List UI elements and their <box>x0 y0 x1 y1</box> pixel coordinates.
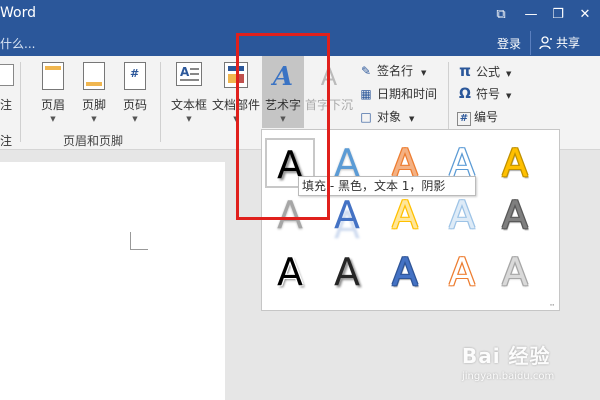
close-button[interactable]: ✕ <box>570 0 600 30</box>
object-icon: □ <box>360 110 372 124</box>
minimize-button[interactable]: — <box>516 0 546 30</box>
text-box-label: 文本框 <box>170 98 207 112</box>
comment-icon[interactable] <box>0 64 14 86</box>
number-icon: # <box>457 112 471 126</box>
ribbon-display-options-button[interactable]: ⧉ <box>486 0 516 30</box>
partial-group-label: 注 <box>0 134 13 148</box>
header-footer-group-label: 页眉和页脚 <box>63 134 124 148</box>
page-number-button[interactable]: # 页码 ▼ <box>115 62 155 136</box>
header-button[interactable]: 页眉 ▼ <box>33 62 73 136</box>
partial-label-top: 注 <box>0 98 13 112</box>
share-label: 共享 <box>556 36 581 50</box>
symbol-label: 符号 <box>476 87 501 101</box>
chevron-down-icon: ▼ <box>186 115 192 123</box>
numbering-label: 编号 <box>474 110 499 124</box>
user-icon <box>539 36 552 50</box>
wordart-style-option[interactable]: A <box>490 247 540 297</box>
header-label: 页眉 <box>40 98 65 112</box>
chevron-down-icon: ▼ <box>506 70 512 78</box>
signature-line-label: 签名行 <box>377 64 414 78</box>
title-bar: Word ⧉ — ❐ ✕ <box>0 0 600 30</box>
group-divider <box>160 62 161 142</box>
equation-label: 公式 <box>476 65 501 79</box>
page-number-icon: # <box>124 62 146 90</box>
chevron-down-icon: ▼ <box>132 115 138 123</box>
chevron-down-icon: ▼ <box>91 115 97 123</box>
calendar-icon: ▦ <box>360 87 372 101</box>
date-time-button[interactable]: ▦ 日期和时间 <box>358 85 437 103</box>
resize-grip-icon[interactable]: ⠤ <box>549 299 555 308</box>
baidu-watermark: Bai 经验 jingyan.baidu.com <box>462 340 600 400</box>
footer-icon <box>83 62 105 90</box>
watermark-sub-text: jingyan.baidu.com <box>462 371 555 382</box>
watermark-main-text: Bai 经验 <box>462 344 551 368</box>
text-box-icon: A <box>176 62 202 86</box>
wordart-style-option[interactable]: A <box>380 247 430 297</box>
window-title: Word <box>0 5 36 21</box>
text-box-button[interactable]: A 文本框 ▼ <box>167 62 211 136</box>
document-page[interactable] <box>0 162 225 400</box>
equation-button[interactable]: π 公式 ▼ <box>457 62 511 80</box>
numbering-button[interactable]: # 编号 <box>457 108 498 126</box>
date-time-label: 日期和时间 <box>377 87 438 101</box>
tell-me-input[interactable]: 什么... <box>0 35 35 52</box>
annotation-highlight-box <box>236 33 330 220</box>
chevron-down-icon: ▼ <box>421 69 427 77</box>
maximize-button[interactable]: ❐ <box>543 0 573 30</box>
margin-corner-mark <box>130 232 148 250</box>
wordart-style-option[interactable]: A <box>265 247 315 297</box>
wordart-style-option[interactable]: A <box>490 138 540 188</box>
object-button[interactable]: □ 对象 ▼ <box>358 108 414 126</box>
omega-icon: Ω <box>459 86 471 102</box>
chevron-down-icon: ▼ <box>409 115 415 123</box>
wordart-style-option[interactable]: A <box>380 190 430 240</box>
wordart-style-option[interactable]: A <box>322 247 372 297</box>
object-label: 对象 <box>377 110 402 124</box>
share-button[interactable]: 共享 <box>530 31 600 55</box>
group-divider <box>20 62 21 142</box>
signature-icon: ✎ <box>360 64 372 78</box>
wordart-style-option[interactable]: A <box>437 247 487 297</box>
login-link[interactable]: 登录 <box>497 35 521 52</box>
header-icon <box>42 62 64 90</box>
chevron-down-icon: ▼ <box>506 92 512 100</box>
footer-button[interactable]: 页脚 ▼ <box>74 62 114 136</box>
wordart-style-option[interactable]: A <box>490 190 540 240</box>
symbol-button[interactable]: Ω 符号 ▼ <box>457 85 511 103</box>
pi-icon: π <box>459 62 471 80</box>
footer-label: 页脚 <box>81 98 106 112</box>
chevron-down-icon: ▼ <box>50 115 56 123</box>
wordart-style-option[interactable]: A <box>437 190 487 240</box>
page-number-label: 页码 <box>122 98 147 112</box>
signature-line-button[interactable]: ✎ 签名行 ▼ <box>358 62 426 80</box>
